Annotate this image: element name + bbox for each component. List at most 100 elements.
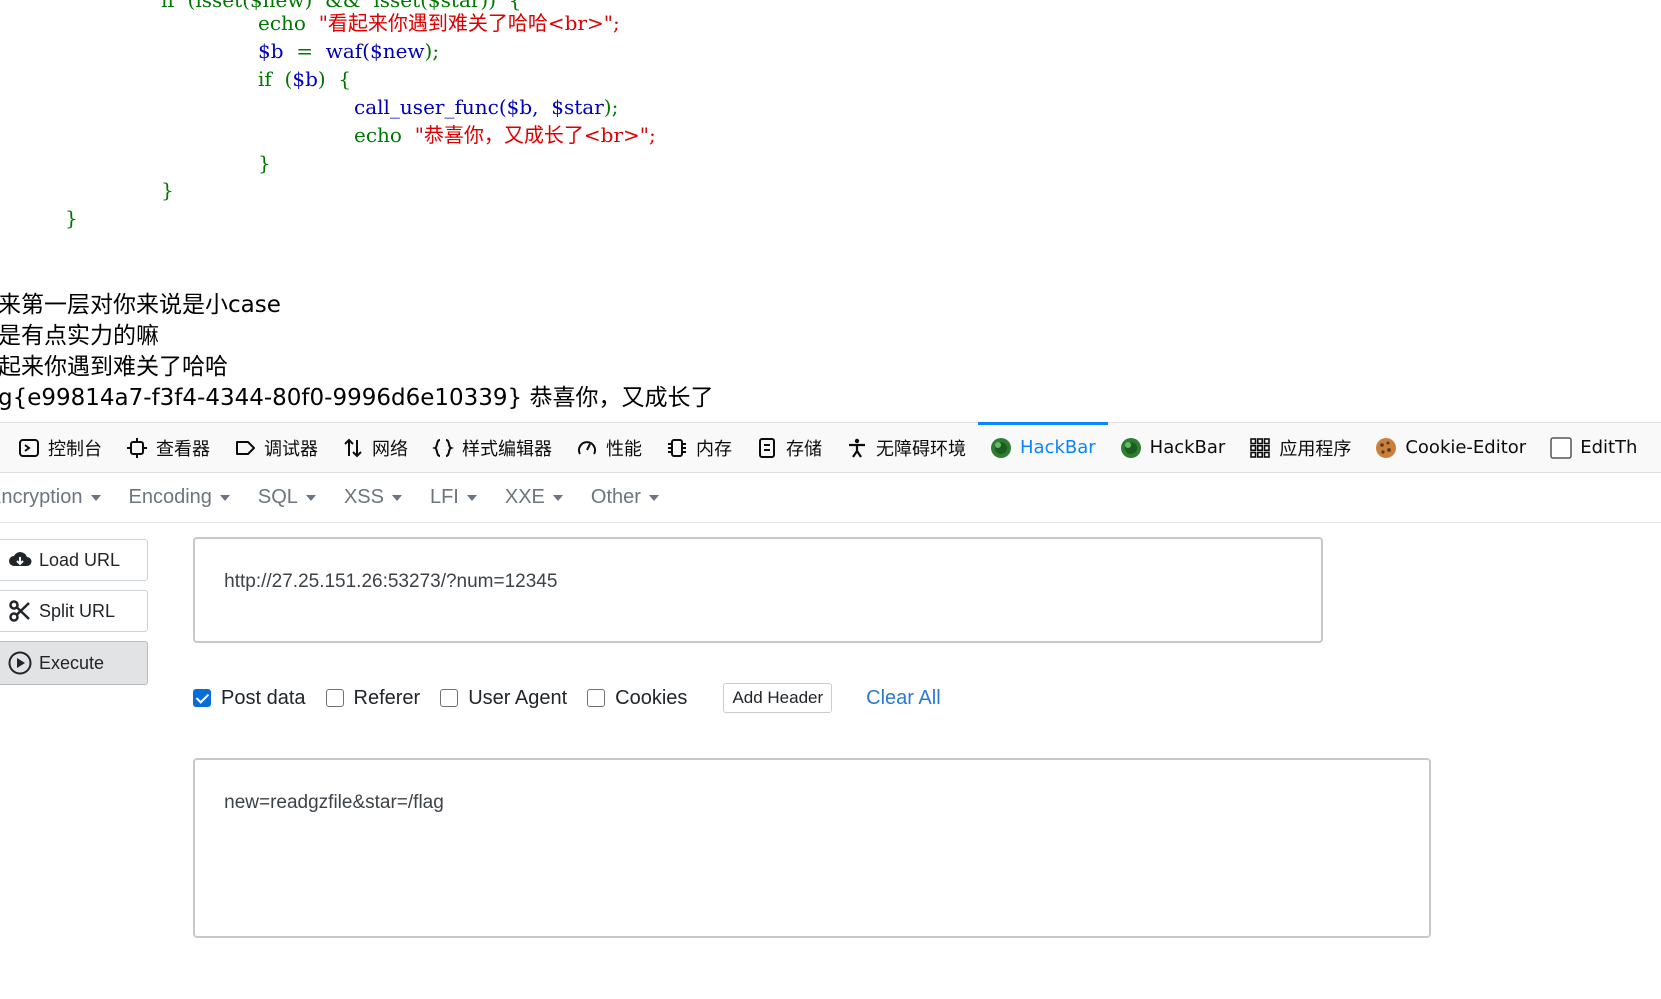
execute-button[interactable]: Execute [0,641,148,685]
split-url-button[interactable]: Split URL [0,590,148,632]
post-data-label: Post data [221,686,306,709]
scissors-icon [7,598,33,624]
add-header-button[interactable]: Add Header [723,683,833,713]
edit-this-icon [1550,436,1572,459]
menu-label: Encoding [128,485,212,508]
code-string: "看起来你遇到难关了哈哈<br>"; [318,11,620,35]
tab-storage[interactable]: 存储 [744,423,834,472]
application-icon [1249,437,1271,459]
tab-label: 样式编辑器 [462,438,552,460]
menu-sql[interactable]: SQL [244,472,330,522]
flag-output-line: g{e99814a7-f3f4-4344-80f0-9996d6e10339} … [0,385,714,411]
code-brace: } [65,206,78,230]
checkbox-unchecked[interactable] [325,689,344,707]
cloud-download-icon [7,547,33,573]
code-line: $b = waf($new); [258,37,439,65]
cookies-label: Cookies [615,686,688,709]
code-keyword: echo [258,11,306,35]
url-textarea[interactable]: http://27.25.151.26:53273/?num=12345 [193,537,1323,643]
tab-performance[interactable]: 性能 [564,423,654,472]
tab-label: 性能 [606,438,642,460]
tab-console[interactable]: 控制台 [0,423,114,472]
storage-icon [756,437,778,459]
caret-down-icon [648,495,659,501]
checkbox-unchecked[interactable] [440,689,459,707]
tab-accessibility[interactable]: 无障碍环境 [834,423,978,472]
tab-memory[interactable]: 内存 [654,423,744,472]
console-icon [18,437,40,459]
caret-down-icon [466,495,477,501]
tab-hackbar-active[interactable]: HackBar [978,422,1108,472]
code-variable: $b [258,39,284,63]
code-variable: $star [551,95,604,119]
code-keyword: echo [354,123,402,147]
menu-encryption[interactable]: Encryption [0,472,115,522]
tab-label: 网络 [372,438,408,460]
code-function: waf( [325,39,370,63]
style-editor-icon [432,437,454,459]
menu-label: SQL [257,485,298,508]
network-icon [342,437,364,459]
code-line: call_user_func($b, $star); [354,93,618,121]
code-function: call_user_func( [354,95,507,119]
php-source: if (isset($new) && isset($star)) { echo … [0,0,1661,240]
tab-label: 无障碍环境 [876,438,966,460]
caret-down-icon [305,495,316,501]
accessibility-icon [846,437,868,459]
clear-all-link[interactable]: Clear All [866,687,940,710]
code-brace: } [258,151,271,175]
menu-xss[interactable]: XSS [330,472,416,522]
code-variable: $b [292,67,318,91]
referer-label: Referer [353,686,421,709]
tab-edit-this[interactable]: EditTh [1538,423,1649,472]
resize-grip-icon[interactable] [1406,913,1426,933]
code-variable: $b, [506,95,539,119]
user-agent-checkbox[interactable]: User Agent [440,687,567,710]
cookies-checkbox[interactable]: Cookies [587,687,687,710]
url-value: http://27.25.151.26:53273/?num=12345 [224,571,558,592]
load-url-button[interactable]: Load URL [0,539,148,581]
output-line: 来第一层对你来说是小case [0,292,281,318]
user-agent-label: User Agent [468,686,568,709]
menu-label: LFI [429,485,459,508]
menu-lfi[interactable]: LFI [416,472,491,522]
tab-inspector[interactable]: 查看器 [114,423,222,472]
code-brace: } [161,178,174,202]
code-keyword: if [258,67,272,91]
menu-xxe[interactable]: XXE [491,472,577,522]
post-data-textarea[interactable]: new=readgzfile&star=/flag [193,758,1431,938]
resize-grip-icon[interactable] [1298,618,1318,638]
tab-debugger[interactable]: 调试器 [222,423,330,472]
tab-label: 应用程序 [1279,438,1352,460]
tab-label: 存储 [786,438,822,460]
devtools-tab-bar: 控制台 查看器 调试器 网络 样式编辑器 性能 内存 存储 无障碍环境 Hack… [0,422,1661,473]
checkbox-checked[interactable] [193,689,211,707]
tab-cookie-editor[interactable]: Cookie-Editor [1363,423,1538,472]
code-line: } [161,176,174,204]
menu-other[interactable]: Other [577,472,673,522]
hackbar-icon [1120,437,1142,459]
tab-application[interactable]: 应用程序 [1237,423,1363,472]
tab-hackbar[interactable]: HackBar [1108,423,1238,472]
page: if (isset($new) && isset($star)) { echo … [0,0,1661,999]
tab-label: 内存 [696,438,732,460]
post-data-value: new=readgzfile&star=/flag [224,792,444,813]
execute-label: Execute [39,652,105,673]
code-line: echo "恭喜你，又成长了<br>"; [354,121,656,149]
play-circle-icon [7,650,33,676]
checkbox-unchecked[interactable] [587,689,606,707]
hackbar-menu-bar: Encryption Encoding SQL XSS LFI XXE Othe… [0,472,1661,523]
menu-encoding[interactable]: Encoding [115,472,244,522]
debugger-icon [234,437,256,459]
code-line: } [258,149,271,177]
tab-network[interactable]: 网络 [330,423,420,472]
code-line: if ($b) { [258,65,351,93]
post-data-checkbox[interactable]: Post data [193,687,306,710]
code-line: } [65,204,78,232]
tab-style-editor[interactable]: 样式编辑器 [420,423,564,472]
performance-icon [576,437,598,459]
code-string: "恭喜你，又成长了<br>"; [414,123,656,147]
referer-checkbox[interactable]: Referer [325,686,421,710]
tab-label: EditTh [1580,437,1638,458]
menu-label: Other [590,485,641,508]
